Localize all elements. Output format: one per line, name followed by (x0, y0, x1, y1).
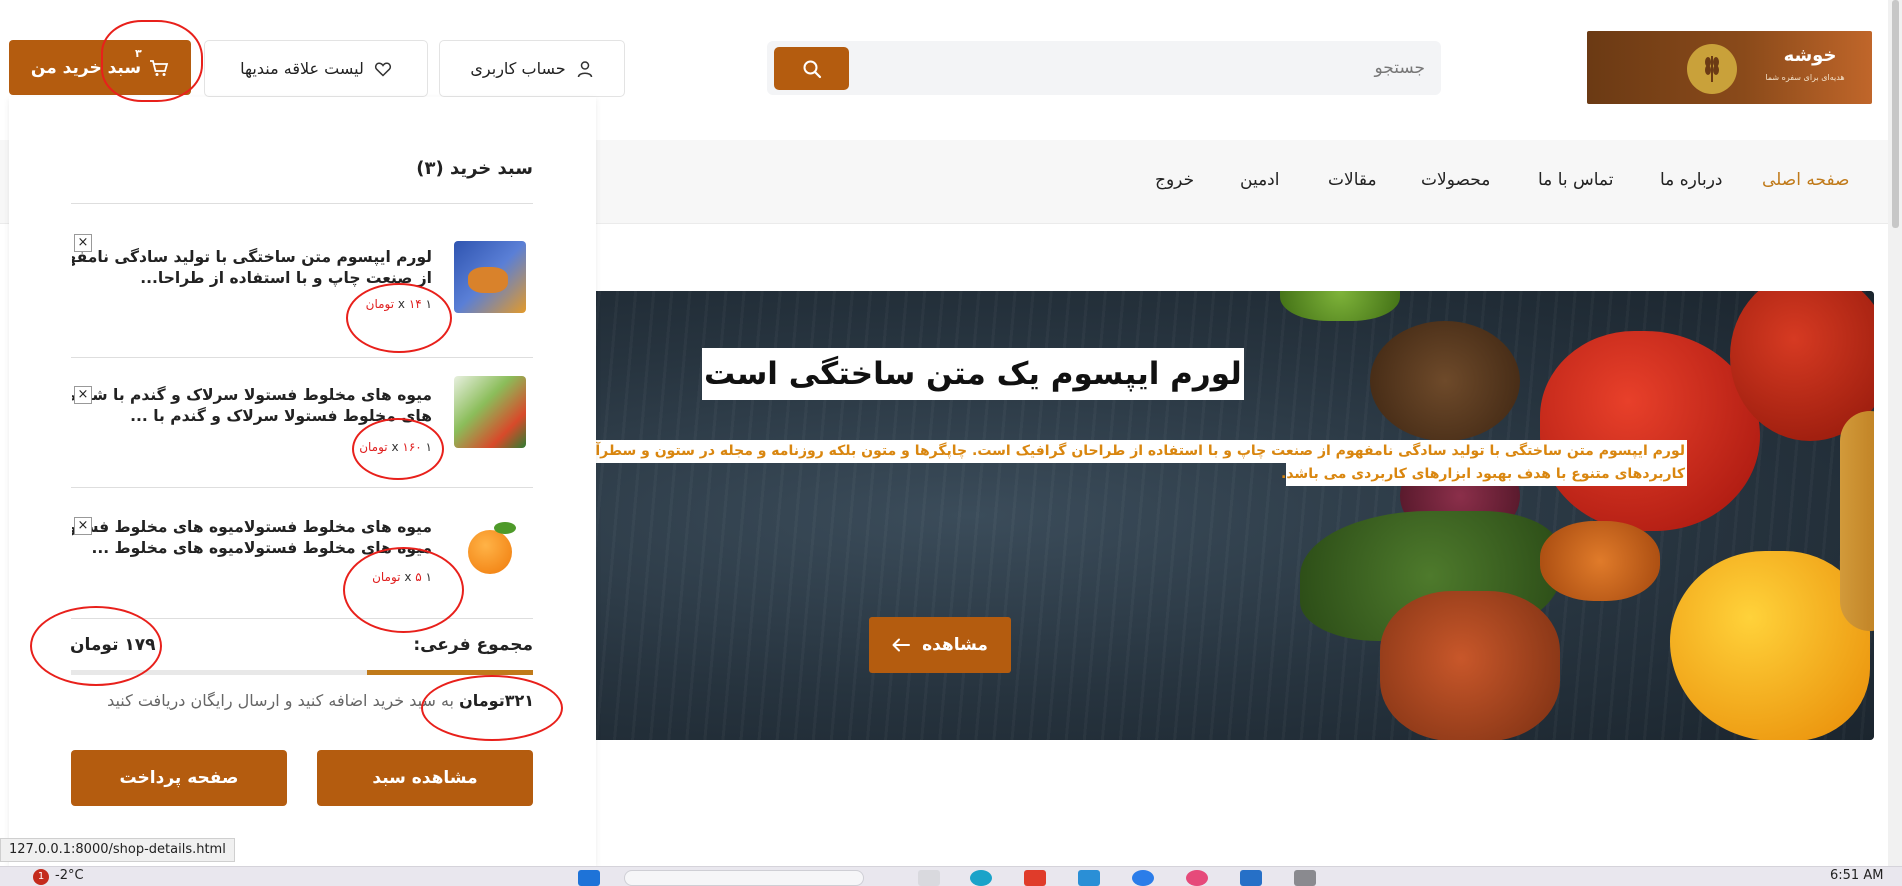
remove-item-button[interactable]: × (74, 386, 92, 404)
cart-divider (71, 203, 533, 204)
nav-item-admin[interactable]: ادمین (1240, 170, 1279, 190)
search-icon (803, 60, 821, 78)
nav-item-products[interactable]: محصولات (1421, 170, 1490, 190)
scrollbar-thumb[interactable] (1892, 0, 1899, 228)
taskbar-search-icon[interactable] (624, 870, 864, 886)
nav-item-about[interactable]: درباره ما (1660, 170, 1723, 190)
nav-item-home[interactable]: صفحه اصلی (1762, 170, 1849, 190)
product-thumb-food (468, 267, 508, 293)
file-icon[interactable] (918, 870, 940, 886)
page: خوشه هدیه‌ای برای سفره شما حساب کاربری ل… (0, 0, 1902, 886)
hero-view-button[interactable]: مشاهده (869, 617, 1011, 673)
app-icon[interactable] (1024, 870, 1046, 886)
nav-item-contact[interactable]: تماس با ما (1538, 170, 1614, 190)
annotation-ring-price (352, 418, 444, 480)
hero-description-line2: کاربردهای متنوع با هدف بهبود ابزارهای کا… (1281, 463, 1687, 486)
status-bar-url: 127.0.0.1:8000/shop-details.html (0, 838, 235, 862)
annotation-ring-price (343, 547, 464, 633)
start-icon[interactable] (578, 870, 600, 886)
app-icon[interactable] (1078, 870, 1100, 886)
nav-item-articles[interactable]: مقالات (1328, 170, 1377, 190)
user-icon (577, 60, 592, 77)
weather-temperature[interactable]: -2°C (55, 868, 84, 883)
cart-item-image[interactable] (454, 376, 526, 448)
taskbar-clock[interactable]: 6:51 AM (1830, 868, 1883, 883)
wishlist-button[interactable]: لیست علاقه مندیها (204, 40, 428, 97)
cart-item-image[interactable] (454, 514, 526, 586)
app-icon[interactable] (1186, 870, 1208, 886)
nav-item-logout[interactable]: خروج (1155, 170, 1194, 190)
cart-item-image[interactable] (454, 241, 526, 313)
logo-title: خوشه (1783, 45, 1837, 66)
wheat-icon (1687, 44, 1737, 94)
cart-divider (71, 487, 533, 488)
remove-item-button[interactable]: × (74, 234, 92, 252)
product-thumb-orange (468, 530, 512, 574)
wishlist-label: لیست علاقه مندیها (240, 59, 364, 78)
heart-icon (374, 62, 391, 77)
view-cart-button[interactable]: مشاهده سبد (317, 750, 533, 806)
search-input[interactable] (865, 41, 1425, 95)
search-bar (767, 41, 1441, 95)
annotation-ring-cart (101, 20, 203, 102)
site-logo[interactable]: خوشه هدیه‌ای برای سفره شما (1587, 31, 1872, 104)
product-thumb-leaf (494, 522, 516, 534)
app-icon[interactable] (1294, 870, 1316, 886)
free-shipping-progress-fill (366, 670, 533, 675)
cart-divider (71, 357, 533, 358)
cart-item-name[interactable]: میوه های مخلوط فستولامیوه های مخلوط فستو… (72, 517, 432, 538)
os-taskbar (0, 866, 1902, 886)
cart-item-name[interactable]: میوه های مخلوط فستولا سرلاک و گندم با شی… (72, 385, 432, 406)
annotation-ring-price (346, 283, 452, 353)
weather-notification-badge[interactable]: 1 (33, 869, 49, 885)
annotation-ring-subtotal (30, 606, 162, 686)
hero-title: لورم ایپسوم یک متن ساختگی است (702, 348, 1244, 400)
account-button[interactable]: حساب کاربری (439, 40, 625, 97)
hero-description-line1: لورم ایپسوم متن ساختگی با تولید سادگی نا… (595, 440, 1687, 463)
annotation-ring-free-shipping (421, 675, 563, 741)
edge-icon[interactable] (970, 870, 992, 886)
free-shipping-text: به سبد خرید اضافه کنید و ارسال رایگان در… (107, 691, 454, 710)
vscode-icon[interactable] (1240, 870, 1262, 886)
cart-item-name[interactable]: لورم ایپسوم متن ساختگی با تولید سادگی نا… (72, 247, 432, 268)
remove-item-button[interactable]: × (74, 517, 92, 535)
search-button[interactable] (774, 47, 849, 90)
cart-dropdown-title: سبد خرید (۳) (416, 158, 533, 179)
subtotal-label: مجموع فرعی: (413, 635, 533, 655)
account-label: حساب کاربری (470, 59, 566, 78)
hero-view-label: مشاهده (922, 635, 988, 655)
checkout-button[interactable]: صفحه پرداخت (71, 750, 287, 806)
logo-subtitle: هدیه‌ای برای سفره شما (1765, 73, 1845, 82)
app-icon[interactable] (1132, 870, 1154, 886)
arrow-left-icon (892, 638, 911, 652)
